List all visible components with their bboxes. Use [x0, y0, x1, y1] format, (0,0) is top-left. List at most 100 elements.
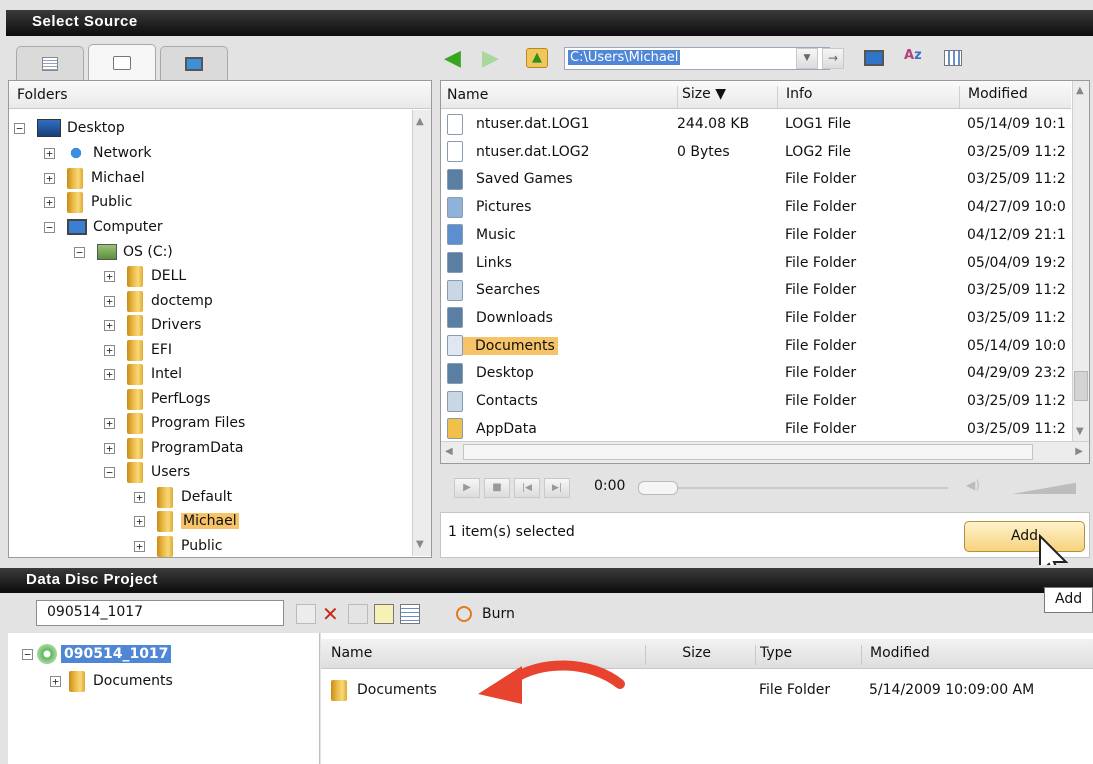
add-tooltip: Add	[1044, 587, 1093, 613]
back-arrow-icon[interactable]: ◀	[444, 48, 461, 70]
project-name-input[interactable]: 090514_1017	[36, 600, 284, 626]
file-row[interactable]: Documents File Folder 05/14/09 10:0	[441, 332, 1069, 360]
tree-item[interactable]: − Computer	[44, 215, 163, 239]
expand-toggle[interactable]: −	[44, 221, 55, 233]
file-list-vscrollbar[interactable]: ▲ ▼	[1072, 81, 1089, 441]
scroll-left-icon[interactable]: ◀	[445, 446, 453, 457]
prev-button[interactable]: |◀	[514, 478, 540, 498]
expand-toggle[interactable]: +	[44, 196, 55, 208]
monitor-icon[interactable]	[864, 50, 884, 66]
path-dropdown-button[interactable]: ▼	[796, 48, 818, 69]
expand-toggle[interactable]: +	[44, 147, 55, 159]
col-name[interactable]: Name	[447, 87, 488, 103]
volume-icon[interactable]: ◀)	[966, 478, 980, 492]
tab-list-view[interactable]	[16, 46, 84, 80]
expand-toggle[interactable]: +	[104, 319, 115, 331]
file-row[interactable]: Links File Folder 05/04/09 19:2	[441, 249, 1069, 277]
forward-arrow-icon[interactable]: ▶	[482, 48, 499, 70]
go-button[interactable]: →	[822, 48, 844, 69]
tree-item[interactable]: + Network	[44, 141, 151, 165]
col-size[interactable]: Size ▼	[677, 86, 726, 108]
burn-button[interactable]: Burn	[456, 606, 515, 622]
tree-item[interactable]: + ProgramData	[104, 436, 244, 460]
up-folder-icon[interactable]: ▲	[526, 48, 548, 68]
tree-item[interactable]: + EFI	[104, 338, 172, 362]
col-info[interactable]: Info	[777, 86, 813, 108]
expand-toggle[interactable]: +	[50, 675, 61, 687]
next-button[interactable]: ▶|	[544, 478, 570, 498]
tree-item[interactable]: − Desktop	[14, 116, 125, 140]
expand-toggle[interactable]: +	[134, 491, 145, 503]
tree-item[interactable]: − Users	[104, 460, 190, 484]
path-input[interactable]: C:\Users\Michael	[564, 47, 830, 70]
expand-toggle[interactable]: +	[104, 368, 115, 380]
expand-toggle[interactable]: +	[104, 344, 115, 356]
tab-folders[interactable]	[88, 44, 156, 80]
file-row[interactable]: Saved Games File Folder 03/25/09 11:2	[441, 165, 1069, 193]
file-row[interactable]: Desktop File Folder 04/29/09 23:2	[441, 359, 1069, 387]
tree-item[interactable]: + Public	[44, 190, 132, 214]
expand-toggle[interactable]: +	[134, 515, 145, 527]
file-row[interactable]: Contacts File Folder 03/25/09 11:2	[441, 387, 1069, 415]
project-row[interactable]: Documents File Folder 5/14/2009 10:09:00…	[321, 678, 1093, 704]
tree-item[interactable]: + Intel	[104, 362, 182, 386]
file-row[interactable]: ntuser.dat.LOG1 244.08 KB LOG1 File 05/14/0…	[441, 110, 1069, 138]
file-modified: 05/14/09 10:0	[967, 337, 1066, 354]
file-row[interactable]: Pictures File Folder 04/27/09 10:0	[441, 193, 1069, 221]
seek-slider[interactable]	[638, 487, 948, 489]
file-row[interactable]: AppData File Folder 03/25/09 11:2	[441, 415, 1069, 443]
file-row[interactable]: Downloads File Folder 03/25/09 11:2	[441, 304, 1069, 332]
file-row[interactable]: ntuser.dat.LOG2 0 Bytes LOG2 File 03/25/09 …	[441, 138, 1069, 166]
proj-col-name[interactable]: Name	[331, 645, 372, 661]
play-button[interactable]: ▶	[454, 478, 480, 498]
tree-item[interactable]: + DELL	[104, 264, 186, 288]
volume-slider[interactable]	[1000, 482, 1076, 494]
sort-az-icon[interactable]: Az	[904, 48, 922, 63]
expand-toggle[interactable]: +	[134, 540, 145, 552]
new-folder-icon[interactable]	[296, 604, 316, 624]
import-icon[interactable]	[348, 604, 368, 624]
scroll-up-icon[interactable]: ▲	[1076, 85, 1084, 96]
expand-toggle[interactable]: −	[14, 122, 25, 134]
project-tree-child[interactable]: + Documents	[50, 669, 173, 693]
tree-item[interactable]: + Drivers	[104, 313, 201, 337]
file-row[interactable]: Music File Folder 04/12/09 21:1	[441, 221, 1069, 249]
tree-item[interactable]: + Public	[134, 534, 222, 558]
file-row[interactable]: Searches File Folder 03/25/09 11:2	[441, 276, 1069, 304]
proj-col-size[interactable]: Size	[645, 645, 715, 665]
scroll-down-icon[interactable]: ▼	[1076, 426, 1084, 437]
tree-item[interactable]: + Michael	[134, 509, 239, 533]
scroll-down-icon[interactable]: ▼	[416, 539, 424, 550]
col-modified[interactable]: Modified	[959, 86, 1028, 108]
stop-button[interactable]: ■	[484, 478, 510, 498]
expand-toggle[interactable]: +	[104, 270, 115, 282]
list-icon[interactable]	[400, 604, 420, 624]
proj-col-type[interactable]: Type	[755, 645, 792, 665]
tree-item[interactable]: PerfLogs	[104, 387, 211, 411]
scroll-up-icon[interactable]: ▲	[416, 116, 424, 127]
expand-toggle[interactable]: −	[104, 466, 115, 478]
tab-computer[interactable]	[160, 46, 228, 80]
expand-toggle[interactable]: +	[44, 172, 55, 184]
scroll-right-icon[interactable]: ▶	[1075, 446, 1083, 457]
scroll-thumb[interactable]	[1074, 371, 1088, 401]
properties-icon[interactable]	[374, 604, 394, 624]
folders-scrollbar[interactable]: ▲ ▼	[412, 110, 431, 556]
tree-item[interactable]: + Default	[134, 485, 232, 509]
expand-toggle[interactable]: +	[104, 442, 115, 454]
seek-thumb[interactable]	[638, 481, 678, 495]
tree-item[interactable]: + Program Files	[104, 411, 245, 435]
tree-item[interactable]: + doctemp	[104, 289, 213, 313]
view-grid-icon[interactable]	[944, 50, 962, 66]
hscroll-thumb[interactable]	[463, 444, 1033, 460]
project-tree-root[interactable]: − 090514_1017	[22, 642, 172, 666]
collapse-toggle[interactable]: −	[22, 648, 33, 660]
delete-icon[interactable]: ✕	[322, 604, 342, 624]
expand-toggle[interactable]: +	[104, 417, 115, 429]
expand-toggle[interactable]: −	[74, 246, 85, 258]
proj-col-modified[interactable]: Modified	[861, 645, 930, 665]
tree-item[interactable]: + Michael	[44, 166, 145, 190]
file-list-hscrollbar[interactable]: ◀ ▶	[441, 441, 1089, 463]
expand-toggle[interactable]: +	[104, 295, 115, 307]
tree-item[interactable]: − OS (C:)	[74, 240, 173, 264]
